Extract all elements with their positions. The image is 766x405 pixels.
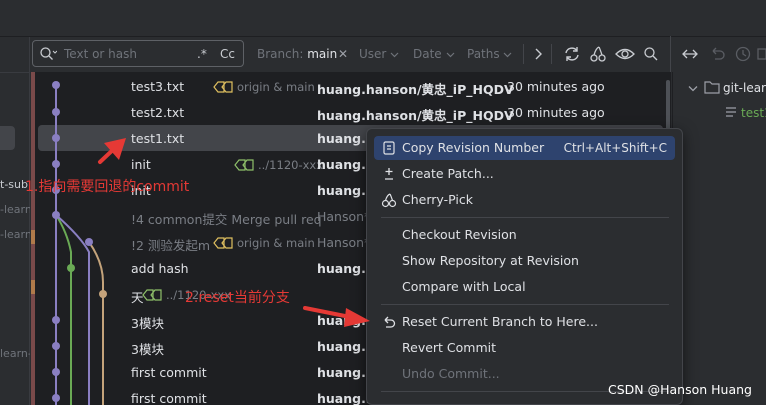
- copy-icon: [381, 140, 397, 156]
- panel-divider: [670, 36, 671, 72]
- menu-item-show-repository[interactable]: Show Repository at Revision: [374, 249, 675, 273]
- menu-item-label: Create Patch...: [402, 166, 494, 181]
- commit-message[interactable]: add hash: [131, 261, 189, 276]
- commit-refs: origin & main: [213, 80, 315, 94]
- branch-filter-value: main: [307, 47, 338, 61]
- user-filter-label: User: [359, 47, 387, 61]
- menu-item-label: Show Repository at Revision: [402, 253, 579, 268]
- chevron-down-icon: [504, 52, 512, 58]
- toolbar-separator: [523, 44, 524, 64]
- commit-refs: origin & main: [213, 236, 315, 250]
- menu-item-cherry-pick[interactable]: Cherry-Pick: [374, 188, 675, 212]
- commit-refs-text: origin & main: [237, 236, 315, 250]
- chevron-down-icon[interactable]: [688, 82, 698, 96]
- left-tree-item[interactable]: learn-s: [0, 347, 30, 360]
- search-icon: [39, 46, 58, 65]
- menu-item-label: Copy Revision Number: [402, 140, 545, 155]
- refresh-icon[interactable]: [562, 44, 582, 64]
- regex-toggle[interactable]: .*: [197, 47, 207, 61]
- cherry-icon: [381, 192, 397, 208]
- history-icon[interactable]: [733, 44, 753, 64]
- toolbar-separator: [551, 44, 552, 64]
- menu-item-compare-local[interactable]: Compare with Local: [374, 275, 675, 299]
- commit-message[interactable]: !2 测验发起m: [131, 235, 210, 254]
- tag-icon: [213, 237, 233, 249]
- paths-filter[interactable]: Paths: [467, 47, 512, 61]
- chevron-down-icon: [390, 52, 399, 58]
- undo-icon[interactable]: [707, 44, 727, 64]
- commit-message[interactable]: first commit: [131, 391, 207, 405]
- file-icon: [724, 105, 738, 122]
- branch-filter[interactable]: Branch: main: [257, 47, 337, 61]
- menu-item-label: Undo Commit...: [402, 366, 500, 381]
- menu-item-label: Checkout Revision: [402, 227, 517, 242]
- commit-message[interactable]: !4 common提交 Merge pull req: [131, 209, 322, 228]
- commit-author: Hanson*: [317, 235, 371, 250]
- annotation-step2: 2.reset当前分支: [185, 290, 290, 306]
- eye-icon[interactable]: [614, 44, 635, 64]
- chevron-right-icon[interactable]: [528, 44, 548, 64]
- commit-author: huang.hanson/黄忠_iP_HQDV: [317, 108, 514, 123]
- user-filter[interactable]: User: [359, 47, 399, 61]
- menu-item-reset-branch[interactable]: Reset Current Branch to Here...: [374, 310, 675, 334]
- commit-message[interactable]: init: [131, 157, 151, 172]
- changes-panel: [672, 72, 766, 405]
- commit-message[interactable]: test3.txt: [131, 79, 184, 94]
- changes-root[interactable]: git-learn: [723, 81, 766, 95]
- expand-collapse-icon[interactable]: [680, 44, 700, 64]
- menu-item-shortcut: Ctrl+Alt+Shift+C: [563, 141, 667, 155]
- date-filter-label: Date: [413, 47, 442, 61]
- left-panel-divider: [0, 72, 30, 73]
- search-box[interactable]: Text or hash .* Cc: [32, 40, 244, 67]
- branch-filter-label: Branch:: [257, 47, 304, 61]
- commit-author: Hanson*: [317, 209, 371, 224]
- cherry-pick-icon[interactable]: [588, 44, 608, 64]
- commit-message[interactable]: test1.txt: [131, 131, 184, 146]
- menu-separator: [381, 217, 669, 218]
- menu-item-checkout-revision[interactable]: Checkout Revision: [374, 223, 675, 247]
- commit-message[interactable]: first commit: [131, 365, 207, 380]
- changed-file[interactable]: test1: [741, 106, 766, 120]
- paths-filter-label: Paths: [467, 47, 500, 61]
- left-panel-selection[interactable]: [0, 126, 15, 150]
- menu-item-label: Revert Commit: [402, 340, 497, 355]
- menu-item-create-patch[interactable]: Create Patch...: [374, 162, 675, 186]
- annotation-step1: 1.指向需要回退的commit: [25, 179, 190, 195]
- tag-icon: [234, 159, 254, 171]
- chevron-down-icon: [446, 52, 454, 58]
- watermark: CSDN @Hanson Huang: [608, 382, 752, 397]
- title-bar: [0, 0, 766, 36]
- commit-message[interactable]: test2.txt: [131, 105, 184, 120]
- commit-graph: [31, 72, 107, 405]
- menu-item-label: Compare with Local: [402, 279, 526, 294]
- diff-icon[interactable]: [757, 44, 766, 64]
- search-input[interactable]: Text or hash: [64, 47, 137, 61]
- commit-message[interactable]: 3模块: [131, 313, 164, 332]
- date-filter[interactable]: Date: [413, 47, 455, 61]
- commit-refs-text: origin & main: [237, 80, 315, 94]
- commit-refs-text: ../1120-xxx: [258, 158, 324, 172]
- menu-item-label: Reset Current Branch to Here...: [402, 314, 598, 329]
- commit-date: 30 minutes ago: [507, 79, 605, 94]
- left-tree-item[interactable]: -learn: [0, 203, 30, 216]
- context-menu: Copy Revision Number Ctrl+Alt+Shift+C Cr…: [366, 128, 683, 405]
- commit-author: huang.hanson/黄忠_iP_HQDV: [317, 82, 514, 97]
- reset-icon: [381, 314, 397, 330]
- menu-item-copy-revision[interactable]: Copy Revision Number Ctrl+Alt+Shift+C: [374, 136, 675, 160]
- plus-minus-icon: [381, 166, 397, 182]
- commit-refs: ../1120-xxx: [234, 158, 323, 172]
- branch-filter-clear[interactable]: ✕: [338, 47, 348, 61]
- commit-date: 30 minutes ago: [507, 105, 605, 120]
- left-tree-item[interactable]: -learn: [0, 228, 30, 241]
- header-divider: [0, 36, 766, 37]
- tag-icon: [213, 81, 233, 93]
- menu-item-revert-commit[interactable]: Revert Commit: [374, 336, 675, 360]
- menu-separator: [381, 304, 669, 305]
- folder-icon: [704, 80, 720, 97]
- commit-message[interactable]: 3模块: [131, 339, 164, 358]
- match-case-toggle[interactable]: Cc: [220, 47, 235, 61]
- menu-item-label: Cherry-Pick: [402, 192, 473, 207]
- tag-icon: [142, 289, 162, 301]
- search-icon[interactable]: [641, 44, 661, 64]
